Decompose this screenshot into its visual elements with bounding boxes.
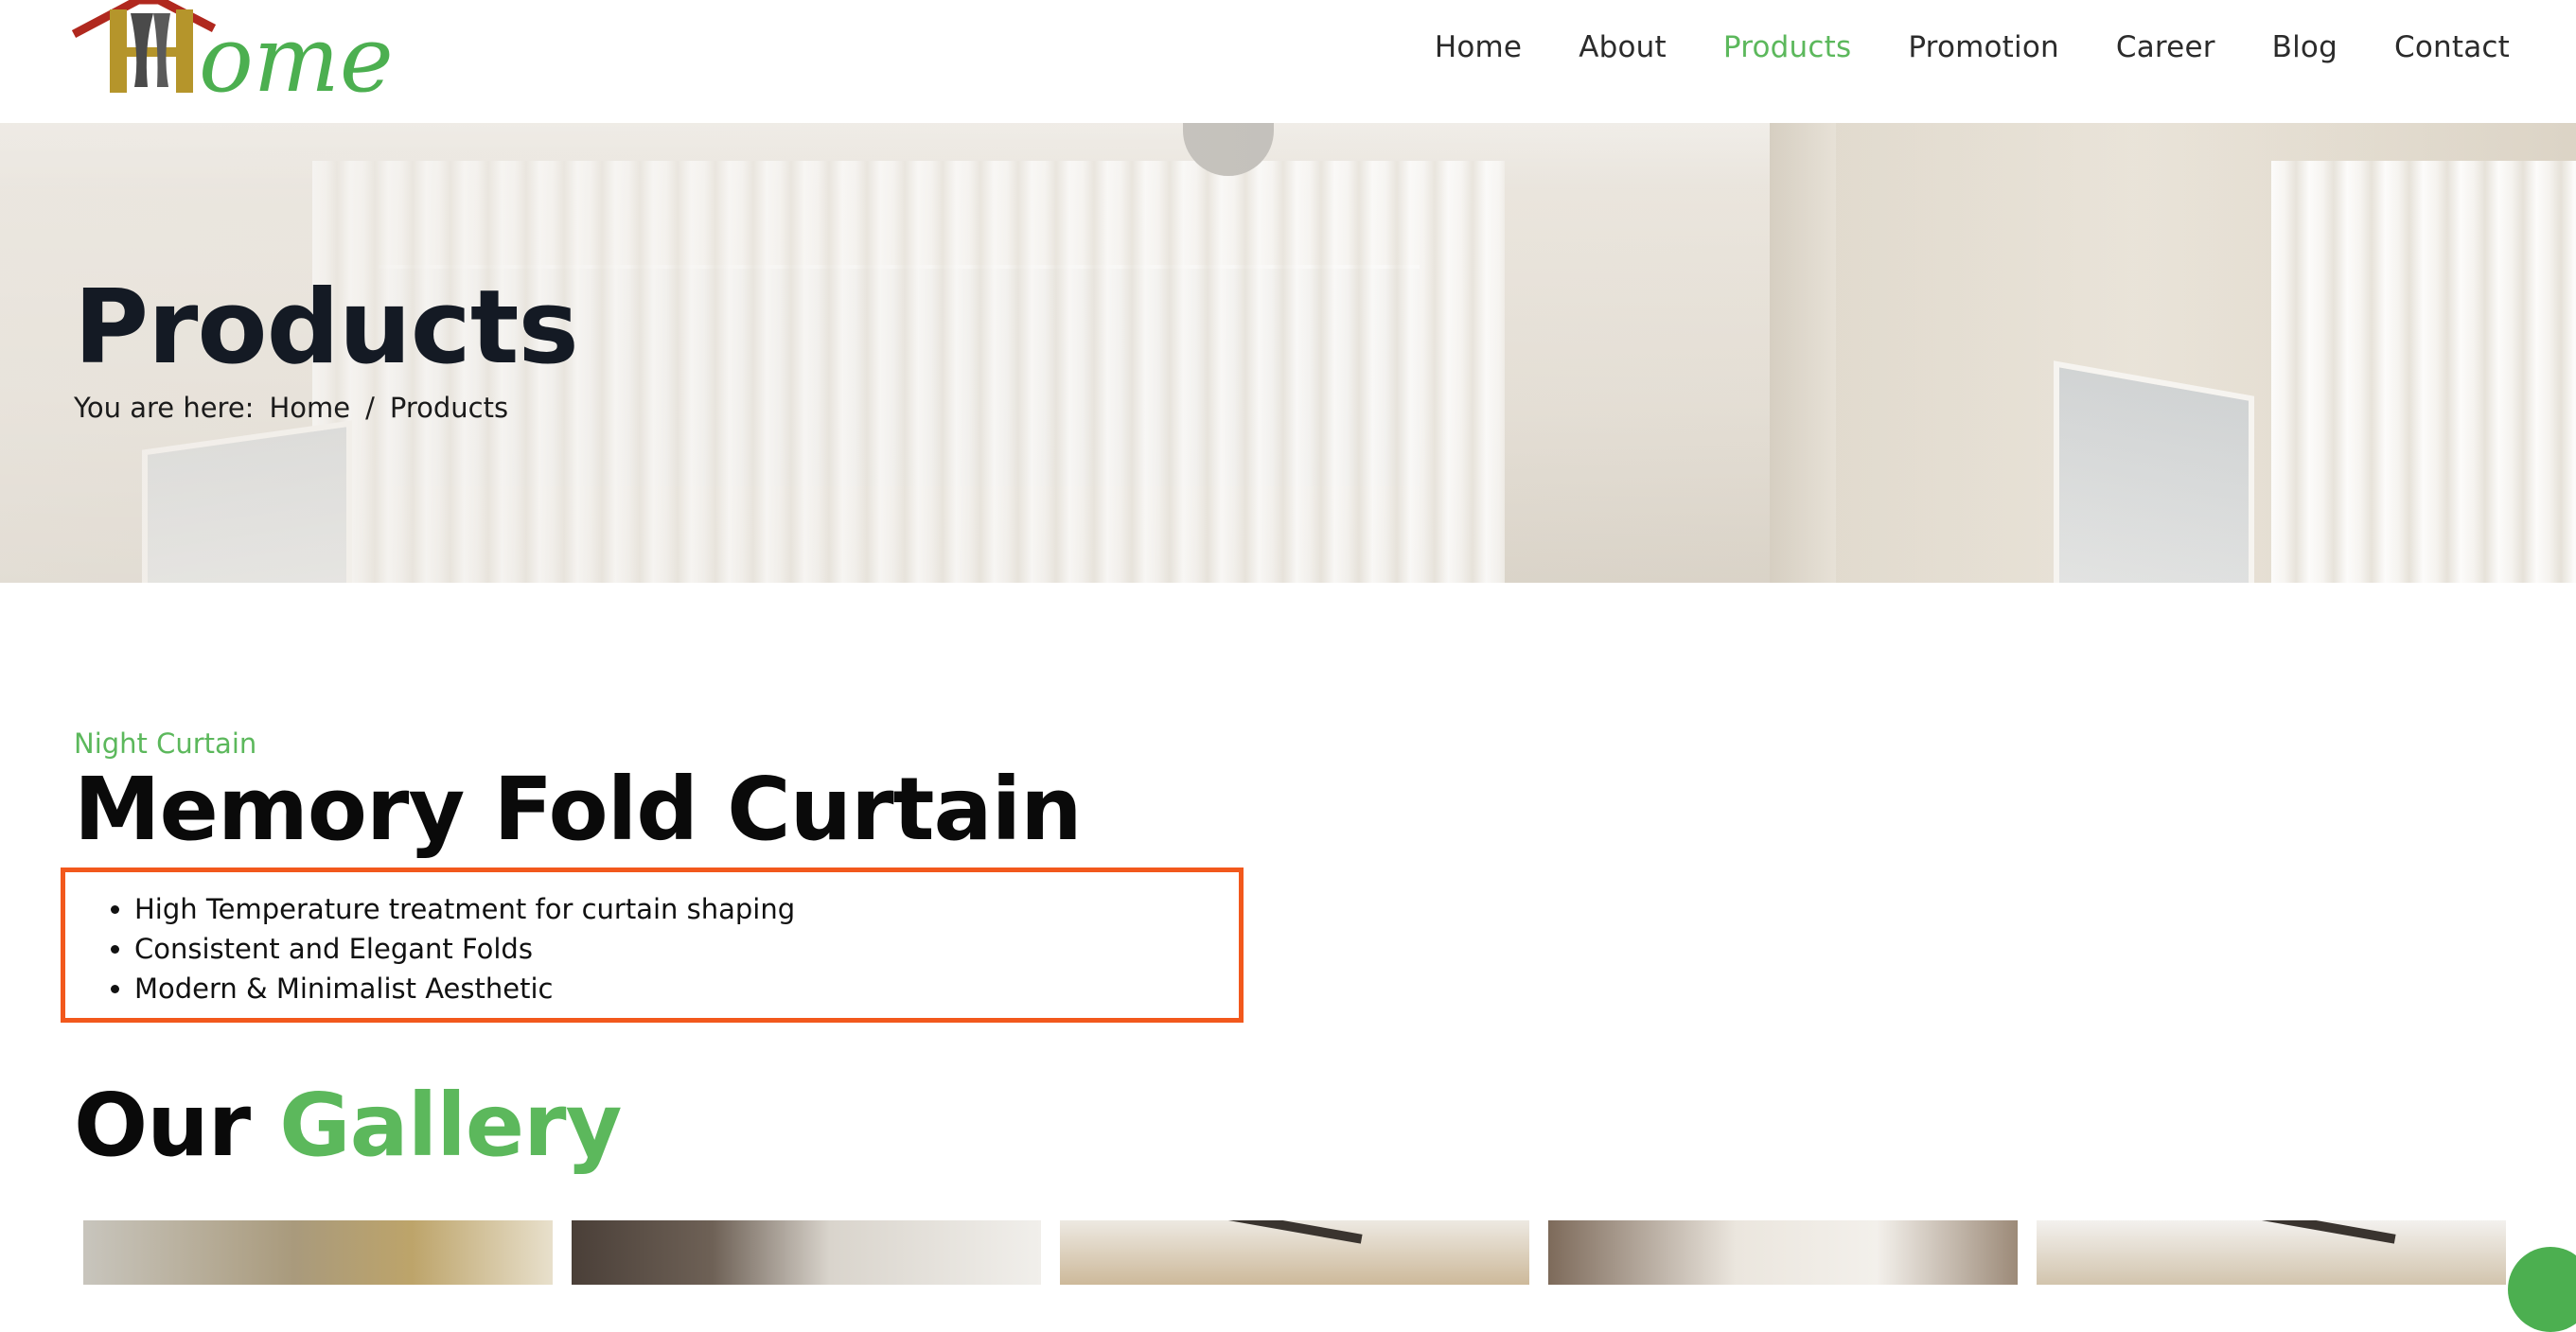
gallery-title-main: Our [74,1075,251,1176]
feature-item: Consistent and Elegant Folds [134,929,795,969]
page-title: Products [74,269,579,387]
breadcrumb-home-link[interactable]: Home [269,392,350,424]
site-logo[interactable]: ome [72,0,441,102]
nav-home[interactable]: Home [1435,30,1522,64]
product-features-list: High Temperature treatment for curtain s… [74,889,795,1008]
gallery-thumb-fan-room[interactable] [2037,1220,2506,1285]
gallery-title: Our Gallery [74,1075,623,1176]
feature-item: High Temperature treatment for curtain s… [134,889,795,929]
product-category: Night Curtain [74,727,257,760]
gallery-strip [83,1220,2506,1285]
feature-item: Modern & Minimalist Aesthetic [134,969,795,1008]
nav-promotion[interactable]: Promotion [1908,30,2059,64]
nav-career[interactable]: Career [2116,30,2215,64]
breadcrumb-separator: / [365,392,375,424]
breadcrumb-prefix: You are here: [74,392,255,424]
gallery-thumb-ceiling-room[interactable] [1060,1220,1529,1285]
breadcrumb: You are here: Home / Products [74,392,508,424]
fan-blade-icon [2235,1220,2396,1244]
nav-products[interactable]: Products [1723,30,1851,64]
site-header: ome Home About Products Promotion Career… [0,0,2576,123]
gallery-thumb-wardrobe-room[interactable] [572,1220,1041,1285]
gallery-title-accent: Gallery [279,1075,622,1176]
nav-contact[interactable]: Contact [2394,30,2510,64]
gallery-thumb-bedroom[interactable] [1548,1220,2018,1285]
nav-about[interactable]: About [1579,30,1667,64]
house-roof-curtain-logo: ome [72,0,394,102]
chat-fab-button[interactable] [2508,1247,2576,1332]
breadcrumb-current: Products [389,392,509,424]
fan-blade-icon [1202,1220,1363,1244]
main-nav: Home About Products Promotion Career Blo… [1435,25,2510,70]
hero-banner: Products You are here: Home / Products [0,123,2576,583]
gallery-thumb-curtain-room[interactable] [83,1220,553,1285]
product-title: Memory Fold Curtain [74,759,1083,860]
svg-text:ome: ome [199,7,394,102]
nav-blog[interactable]: Blog [2272,30,2338,64]
